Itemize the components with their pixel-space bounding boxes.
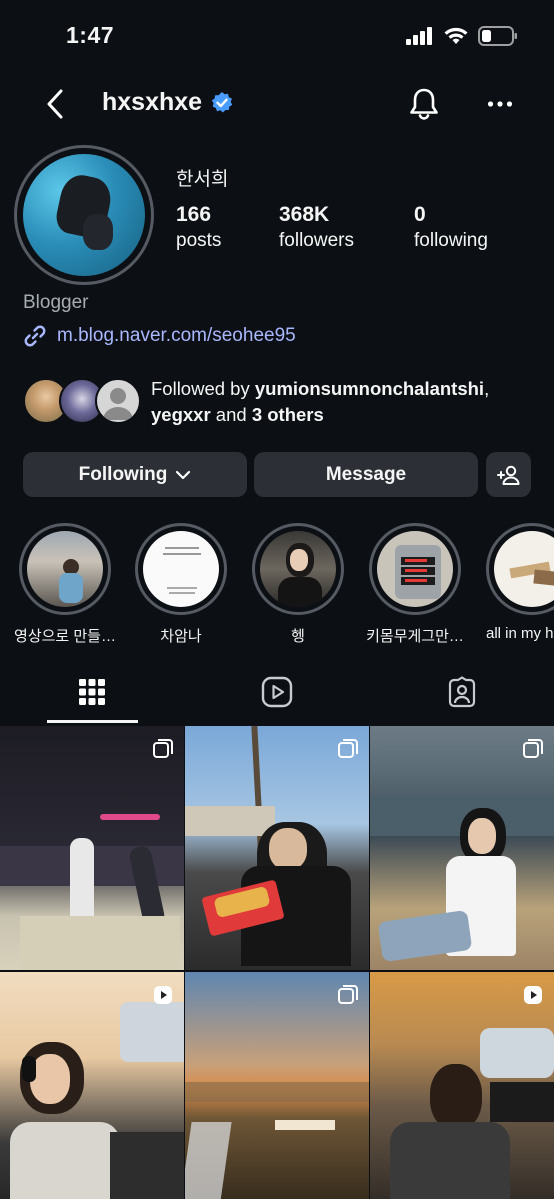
highlight-label: 영상으로 만들… xyxy=(14,628,116,645)
highlight-ring xyxy=(19,523,111,615)
message-button-label: Message xyxy=(325,463,407,485)
following-count: 0 xyxy=(414,203,426,226)
message-button[interactable]: Message xyxy=(254,452,478,497)
tab-reels[interactable] xyxy=(185,660,369,724)
more-dots-icon xyxy=(487,101,513,107)
followed-by-and: and xyxy=(210,404,252,425)
profile-avatar-ring[interactable] xyxy=(14,145,154,285)
bell-icon xyxy=(410,88,438,120)
profile-tabs xyxy=(0,660,554,724)
followers-label: followers xyxy=(279,230,354,251)
followers-count: 368K xyxy=(279,203,330,226)
highlight-cover xyxy=(260,531,336,607)
tab-tagged[interactable] xyxy=(370,660,554,724)
highlight-cover xyxy=(377,531,453,607)
highlight-ring xyxy=(369,523,461,615)
profile-header: hxsxhxe xyxy=(0,74,554,134)
grid-icon xyxy=(79,679,105,705)
post-tile-1[interactable] xyxy=(0,726,184,970)
status-icons xyxy=(406,26,518,46)
post-tile-5[interactable] xyxy=(185,972,369,1199)
post-tile-4[interactable] xyxy=(0,972,184,1199)
link-icon xyxy=(24,325,46,347)
battery-icon xyxy=(478,26,517,46)
reel-icon xyxy=(154,986,172,1004)
highlight-cover xyxy=(27,531,103,607)
wifi-icon xyxy=(444,27,468,44)
mutual-avatars xyxy=(23,378,143,426)
status-time: 1:47 xyxy=(66,22,115,48)
followed-by-prefix: Followed by xyxy=(151,378,255,399)
stat-followers[interactable]: 368K followers xyxy=(279,203,354,252)
highlight-1[interactable]: 영상으로 만들… xyxy=(14,523,116,645)
stat-following[interactable]: 0 following xyxy=(414,203,488,252)
carousel-icon xyxy=(338,739,358,758)
followed-by-others: 3 others xyxy=(251,404,324,425)
mutual-avatar-3 xyxy=(95,378,141,424)
followed-by-row[interactable]: Followed by yumionsumnonchalantshi, yegx… xyxy=(23,376,543,428)
link-text: m.blog.naver.com/seohee95 xyxy=(57,325,296,346)
default-avatar-icon xyxy=(103,388,133,420)
followed-by-user-2: yegxxr xyxy=(151,404,211,425)
post-tile-3[interactable] xyxy=(370,726,554,970)
highlight-label: 키몸무게그만… xyxy=(366,628,464,645)
stat-posts[interactable]: 166 posts xyxy=(176,203,221,252)
tagged-icon xyxy=(448,676,476,708)
highlight-3[interactable]: 헹 xyxy=(252,523,344,645)
followed-by-comma: , xyxy=(484,378,490,399)
highlight-label: 헹 xyxy=(291,628,305,645)
username-wrap: hxsxhxe xyxy=(102,88,234,117)
reel-icon xyxy=(524,986,542,1004)
reels-icon xyxy=(261,676,293,708)
posts-grid xyxy=(0,726,554,1199)
active-tab-indicator xyxy=(47,720,138,723)
posts-count: 166 xyxy=(176,203,212,226)
highlight-ring xyxy=(486,523,554,615)
status-bar: 1:47 xyxy=(0,0,554,74)
highlight-2[interactable]: 차암나 xyxy=(135,523,227,645)
add-person-icon xyxy=(496,465,519,485)
highlight-cover xyxy=(143,531,219,607)
followed-by-text: Followed by yumionsumnonchalantshi, yegx… xyxy=(151,376,489,428)
carousel-icon xyxy=(523,739,543,758)
highlight-5[interactable]: all in my h xyxy=(486,523,554,642)
username: hxsxhxe xyxy=(102,88,203,116)
carousel-icon xyxy=(153,739,173,758)
following-button[interactable]: Following xyxy=(23,452,247,497)
back-button[interactable] xyxy=(38,84,72,124)
followed-by-user-1: yumionsumnonchalantshi xyxy=(254,378,485,399)
profile-category: Blogger xyxy=(23,292,89,313)
highlight-ring xyxy=(135,523,227,615)
post-tile-2[interactable] xyxy=(185,726,369,970)
profile-avatar xyxy=(23,154,145,276)
highlight-cover xyxy=(494,531,554,607)
notifications-button[interactable] xyxy=(404,84,444,124)
following-label: following xyxy=(414,230,488,251)
verified-badge-icon xyxy=(211,91,233,112)
post-tile-6[interactable] xyxy=(370,972,554,1199)
following-button-label: Following xyxy=(78,463,168,485)
profile-link[interactable]: m.blog.naver.com/seohee95 xyxy=(23,324,296,348)
posts-label: posts xyxy=(176,230,222,251)
highlight-ring xyxy=(252,523,344,615)
chevron-left-icon xyxy=(47,89,63,119)
highlight-4[interactable]: 키몸무게그만… xyxy=(366,523,464,645)
display-name: 한서희 xyxy=(176,169,229,190)
suggested-users-button[interactable] xyxy=(486,452,531,497)
signal-icon xyxy=(406,27,432,45)
highlight-label: all in my h xyxy=(486,625,554,642)
avatar-figure-legs xyxy=(83,214,113,250)
carousel-icon xyxy=(338,985,358,1004)
tab-posts-grid[interactable] xyxy=(0,660,184,724)
highlight-label: 차암나 xyxy=(160,628,202,645)
chevron-down-icon xyxy=(176,470,191,479)
more-options-button[interactable] xyxy=(482,84,518,124)
